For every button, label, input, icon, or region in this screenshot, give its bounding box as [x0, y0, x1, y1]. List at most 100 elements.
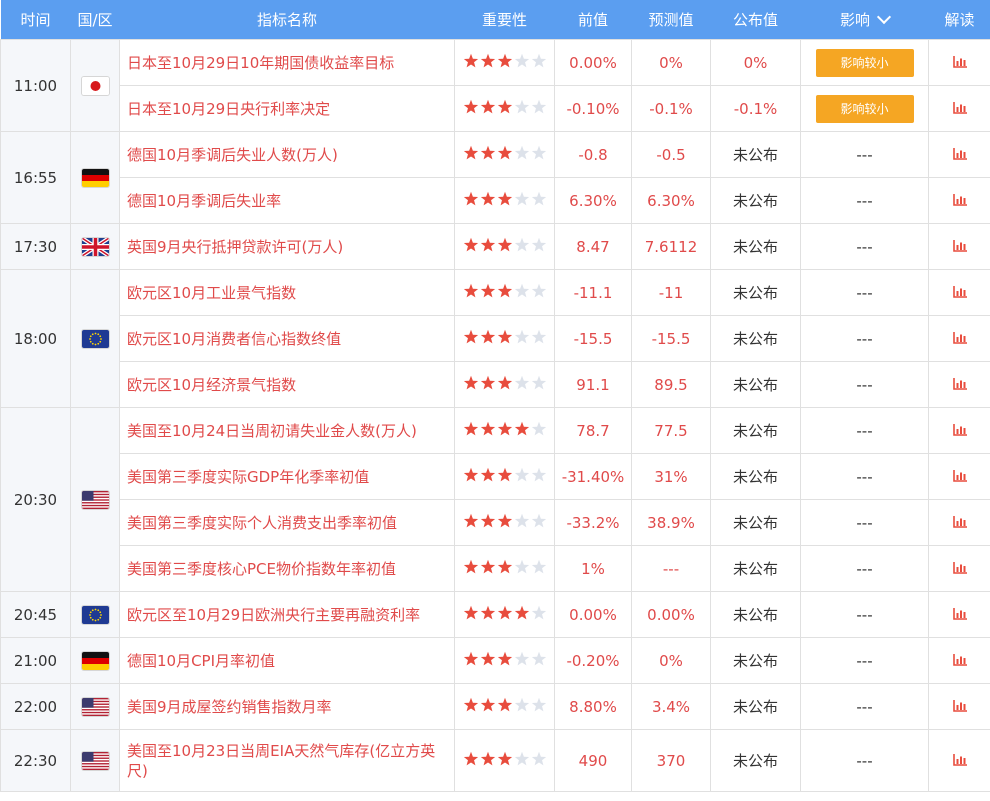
previous-value: -31.40%	[554, 453, 632, 500]
forecast-value: -15.5	[631, 315, 711, 362]
previous-value: 1%	[554, 545, 632, 592]
star-filled-icon	[480, 99, 495, 113]
bar-chart-icon[interactable]	[952, 514, 967, 532]
star-filled-icon	[497, 375, 512, 389]
flag-eu-icon	[81, 329, 109, 348]
bar-chart-icon[interactable]	[952, 652, 967, 670]
indicator-name-link[interactable]: 英国9月央行抵押贷款许可(万人)	[119, 223, 455, 270]
interpret-cell	[928, 361, 990, 408]
star-filled-icon	[463, 513, 478, 527]
bar-chart-icon[interactable]	[952, 376, 967, 394]
star-empty-icon	[531, 99, 546, 113]
star-filled-icon	[497, 329, 512, 343]
indicator-name-link[interactable]: 美国至10月23日当周EIA天然气库存(亿立方英尺)	[119, 729, 455, 792]
indicator-name-link[interactable]: 欧元区10月经济景气指数	[119, 361, 455, 408]
bar-chart-icon[interactable]	[952, 238, 967, 256]
impact-value: ---	[800, 361, 929, 408]
previous-value: -15.5	[554, 315, 632, 362]
forecast-value: 370	[631, 729, 711, 792]
indicator-name-link[interactable]: 美国第三季度实际GDP年化季率初值	[119, 453, 455, 500]
bar-chart-icon[interactable]	[952, 100, 967, 118]
star-empty-icon	[531, 283, 546, 297]
actual-value: 未公布	[710, 131, 801, 178]
bar-chart-icon[interactable]	[952, 606, 967, 624]
forecast-value: -0.1%	[631, 85, 711, 132]
region-flag	[70, 407, 120, 592]
release-time: 22:30	[0, 729, 71, 792]
flag-uk-icon	[81, 237, 109, 256]
release-time: 11:00	[0, 39, 71, 132]
interpret-cell	[928, 545, 990, 592]
indicator-name-link[interactable]: 美国第三季度实际个人消费支出季率初值	[119, 499, 455, 546]
header-region: 国/区	[70, 0, 120, 40]
actual-value: 未公布	[710, 177, 801, 224]
impact-badge[interactable]: 影响较小	[815, 48, 914, 77]
indicator-name-link[interactable]: 欧元区10月工业景气指数	[119, 269, 455, 316]
importance-stars	[463, 651, 547, 667]
bar-chart-icon[interactable]	[952, 330, 967, 348]
indicator-name-link[interactable]: 美国至10月24日当周初请失业金人数(万人)	[119, 407, 455, 454]
importance-cell	[454, 223, 555, 270]
star-empty-icon	[531, 421, 546, 435]
star-empty-icon	[514, 559, 529, 573]
interpret-cell	[928, 637, 990, 684]
importance-stars	[463, 751, 547, 767]
bar-chart-icon[interactable]	[952, 468, 967, 486]
bar-chart-icon[interactable]	[952, 192, 967, 210]
interpret-cell	[928, 223, 990, 270]
star-filled-icon	[463, 375, 478, 389]
forecast-value: 0.00%	[631, 591, 711, 638]
bar-chart-icon[interactable]	[952, 698, 967, 716]
header-actual: 公布值	[710, 0, 801, 40]
indicator-name-link[interactable]: 日本至10月29日央行利率决定	[119, 85, 455, 132]
indicator-name-link[interactable]: 美国9月成屋签约销售指数月率	[119, 683, 455, 730]
flag-eu-icon	[81, 605, 109, 624]
interpret-cell	[928, 269, 990, 316]
bar-chart-icon[interactable]	[952, 752, 967, 770]
interpret-cell	[928, 729, 990, 792]
release-time: 21:00	[0, 637, 71, 684]
indicator-name-link[interactable]: 德国10月季调后失业人数(万人)	[119, 131, 455, 178]
indicator-name-link[interactable]: 日本至10月29日10年期国债收益率目标	[119, 39, 455, 86]
star-empty-icon	[514, 53, 529, 67]
importance-cell	[454, 269, 555, 316]
calendar-body: 11:00 日本至10月29日10年期国债收益率目标 0.00% 0% 0% 影响较小 日本…	[0, 39, 990, 792]
previous-value: 8.80%	[554, 683, 632, 730]
indicator-name-link[interactable]: 美国第三季度核心PCE物价指数年率初值	[119, 545, 455, 592]
impact-value: ---	[800, 499, 929, 546]
importance-cell	[454, 315, 555, 362]
bar-chart-icon[interactable]	[952, 284, 967, 302]
flag-germany-icon	[81, 651, 109, 670]
previous-value: -0.20%	[554, 637, 632, 684]
star-empty-icon	[531, 605, 546, 619]
actual-value: 未公布	[710, 453, 801, 500]
header-interpret: 解读	[928, 0, 990, 40]
bar-chart-icon[interactable]	[952, 422, 967, 440]
impact-badge[interactable]: 影响较小	[815, 94, 914, 123]
bar-chart-icon[interactable]	[952, 560, 967, 578]
table-row: 日本至10月29日央行利率决定 -0.10% -0.1% -0.1% 影响较小	[1, 85, 990, 132]
interpret-cell	[928, 683, 990, 730]
region-flag	[70, 223, 120, 270]
indicator-name-link[interactable]: 欧元区10月消费者信心指数终值	[119, 315, 455, 362]
importance-stars	[463, 145, 547, 161]
star-empty-icon	[531, 559, 546, 573]
indicator-name-link[interactable]: 德国10月季调后失业率	[119, 177, 455, 224]
importance-stars	[463, 467, 547, 483]
bar-chart-icon[interactable]	[952, 146, 967, 164]
region-flag	[70, 39, 120, 132]
indicator-name-link[interactable]: 欧元区至10月29日欧洲央行主要再融资利率	[119, 591, 455, 638]
region-flag	[70, 683, 120, 730]
forecast-value: 3.4%	[631, 683, 711, 730]
previous-value: 6.30%	[554, 177, 632, 224]
star-filled-icon	[497, 697, 512, 711]
interpret-cell	[928, 39, 990, 86]
indicator-name-link[interactable]: 德国10月CPI月率初值	[119, 637, 455, 684]
bar-chart-icon[interactable]	[952, 54, 967, 72]
impact-filter-dropdown[interactable]: 影响	[800, 0, 929, 40]
forecast-value: 89.5	[631, 361, 711, 408]
forecast-value: 0%	[631, 39, 711, 86]
star-filled-icon	[480, 375, 495, 389]
importance-cell	[454, 729, 555, 792]
star-filled-icon	[480, 53, 495, 67]
